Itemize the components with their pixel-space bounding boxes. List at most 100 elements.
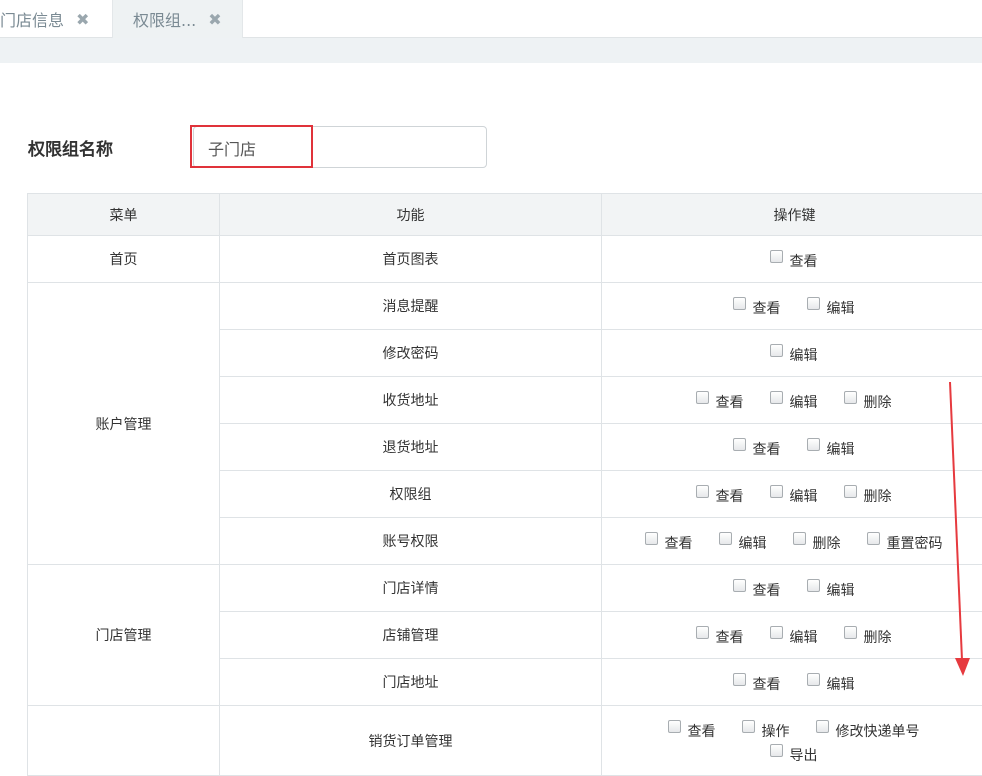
action-option[interactable]: 查看 xyxy=(645,531,693,551)
menu-cell: 账户管理 xyxy=(28,283,220,565)
header-function: 功能 xyxy=(220,194,602,236)
checkbox[interactable] xyxy=(733,579,746,592)
menu-cell xyxy=(28,706,220,776)
checkbox[interactable] xyxy=(807,297,820,310)
action-option[interactable]: 编辑 xyxy=(807,437,855,457)
action-option[interactable]: 导出 xyxy=(770,743,818,763)
table-row: 首页首页图表查看 xyxy=(28,236,982,283)
action-option[interactable]: 查看 xyxy=(696,625,744,645)
action-label: 查看 xyxy=(753,584,781,598)
action-label: 删除 xyxy=(864,490,892,504)
actions-cell: 查看 编辑 xyxy=(602,283,982,330)
checkbox[interactable] xyxy=(807,673,820,686)
tab-bar: 门店信息 ✖ 权限组... ✖ xyxy=(0,0,982,38)
checkbox[interactable] xyxy=(696,626,709,639)
close-icon[interactable]: ✖ xyxy=(76,10,89,29)
table-row: 账户管理消息提醒查看编辑 xyxy=(28,283,982,330)
actions-cell: 查看 编辑 xyxy=(602,659,982,706)
action-label: 编辑 xyxy=(827,584,855,598)
checkbox[interactable] xyxy=(807,438,820,451)
action-option[interactable]: 删除 xyxy=(844,484,892,504)
actions-cell: 查看 xyxy=(602,236,982,283)
checkbox[interactable] xyxy=(719,532,732,545)
action-label: 编辑 xyxy=(739,537,767,551)
action-option[interactable]: 编辑 xyxy=(807,296,855,316)
function-cell: 门店详情 xyxy=(220,565,602,612)
checkbox[interactable] xyxy=(770,250,783,263)
action-label: 查看 xyxy=(716,396,744,410)
action-label: 查看 xyxy=(716,490,744,504)
tab-label: 权限组... xyxy=(133,7,196,31)
action-label: 编辑 xyxy=(827,443,855,457)
function-cell: 首页图表 xyxy=(220,236,602,283)
actions-cell: 查看 编辑 删除 xyxy=(602,471,982,518)
actions-cell: 查看 编辑 删除 xyxy=(602,377,982,424)
table-row: 门店管理门店详情查看编辑 xyxy=(28,565,982,612)
checkbox[interactable] xyxy=(733,673,746,686)
function-cell: 门店地址 xyxy=(220,659,602,706)
action-option[interactable]: 编辑 xyxy=(770,625,818,645)
checkbox[interactable] xyxy=(645,532,658,545)
checkbox[interactable] xyxy=(696,485,709,498)
function-cell: 权限组 xyxy=(220,471,602,518)
toolbar-strip xyxy=(0,38,982,63)
checkbox[interactable] xyxy=(770,485,783,498)
table-row: 销货订单管理查看操作修改快递单号导出 xyxy=(28,706,982,776)
action-option[interactable]: 编辑 xyxy=(770,484,818,504)
action-option[interactable]: 查看 xyxy=(696,390,744,410)
checkbox[interactable] xyxy=(844,626,857,639)
actions-cell: 查看 编辑 xyxy=(602,424,982,471)
action-option[interactable]: 删除 xyxy=(793,531,841,551)
checkbox[interactable] xyxy=(844,485,857,498)
action-option[interactable]: 编辑 xyxy=(770,390,818,410)
checkbox[interactable] xyxy=(770,626,783,639)
checkbox[interactable] xyxy=(733,297,746,310)
action-option[interactable]: 查看 xyxy=(696,484,744,504)
action-option[interactable]: 编辑 xyxy=(770,343,818,363)
actions-cell: 编辑 xyxy=(602,330,982,377)
action-label: 删除 xyxy=(813,537,841,551)
checkbox[interactable] xyxy=(770,744,783,757)
action-option[interactable]: 删除 xyxy=(844,390,892,410)
action-label: 查看 xyxy=(753,678,781,692)
tab-store-info[interactable]: 门店信息 ✖ xyxy=(0,0,112,38)
action-option[interactable]: 查看 xyxy=(770,249,818,269)
action-option[interactable]: 查看 xyxy=(733,437,781,457)
actions-cell: 查看 编辑 xyxy=(602,565,982,612)
action-label: 编辑 xyxy=(827,302,855,316)
function-cell: 修改密码 xyxy=(220,330,602,377)
checkbox[interactable] xyxy=(816,720,829,733)
action-option[interactable]: 编辑 xyxy=(807,578,855,598)
checkbox[interactable] xyxy=(807,579,820,592)
checkbox[interactable] xyxy=(742,720,755,733)
checkbox[interactable] xyxy=(844,391,857,404)
actions-cell: 查看 操作 修改快递单号导出 xyxy=(602,706,982,776)
action-label: 删除 xyxy=(864,631,892,645)
action-option[interactable]: 查看 xyxy=(733,296,781,316)
action-option[interactable]: 编辑 xyxy=(719,531,767,551)
function-cell: 店铺管理 xyxy=(220,612,602,659)
action-label: 修改快递单号 xyxy=(836,725,920,739)
checkbox[interactable] xyxy=(867,532,880,545)
function-cell: 消息提醒 xyxy=(220,283,602,330)
checkbox[interactable] xyxy=(770,391,783,404)
action-option[interactable]: 查看 xyxy=(733,672,781,692)
checkbox[interactable] xyxy=(770,344,783,357)
annotation-highlight-box xyxy=(190,125,313,168)
action-option[interactable]: 查看 xyxy=(668,719,716,739)
group-name-label: 权限组名称 xyxy=(28,135,113,160)
checkbox[interactable] xyxy=(793,532,806,545)
menu-cell: 门店管理 xyxy=(28,565,220,706)
checkbox[interactable] xyxy=(733,438,746,451)
checkbox[interactable] xyxy=(668,720,681,733)
checkbox[interactable] xyxy=(696,391,709,404)
action-option[interactable]: 修改快递单号 xyxy=(816,719,920,739)
tab-label: 门店信息 xyxy=(0,7,64,31)
action-option[interactable]: 操作 xyxy=(742,719,790,739)
close-icon[interactable]: ✖ xyxy=(208,10,221,29)
action-option[interactable]: 编辑 xyxy=(807,672,855,692)
tab-permission-group[interactable]: 权限组... ✖ xyxy=(112,0,243,38)
action-option[interactable]: 查看 xyxy=(733,578,781,598)
action-label: 查看 xyxy=(753,443,781,457)
action-option[interactable]: 删除 xyxy=(844,625,892,645)
